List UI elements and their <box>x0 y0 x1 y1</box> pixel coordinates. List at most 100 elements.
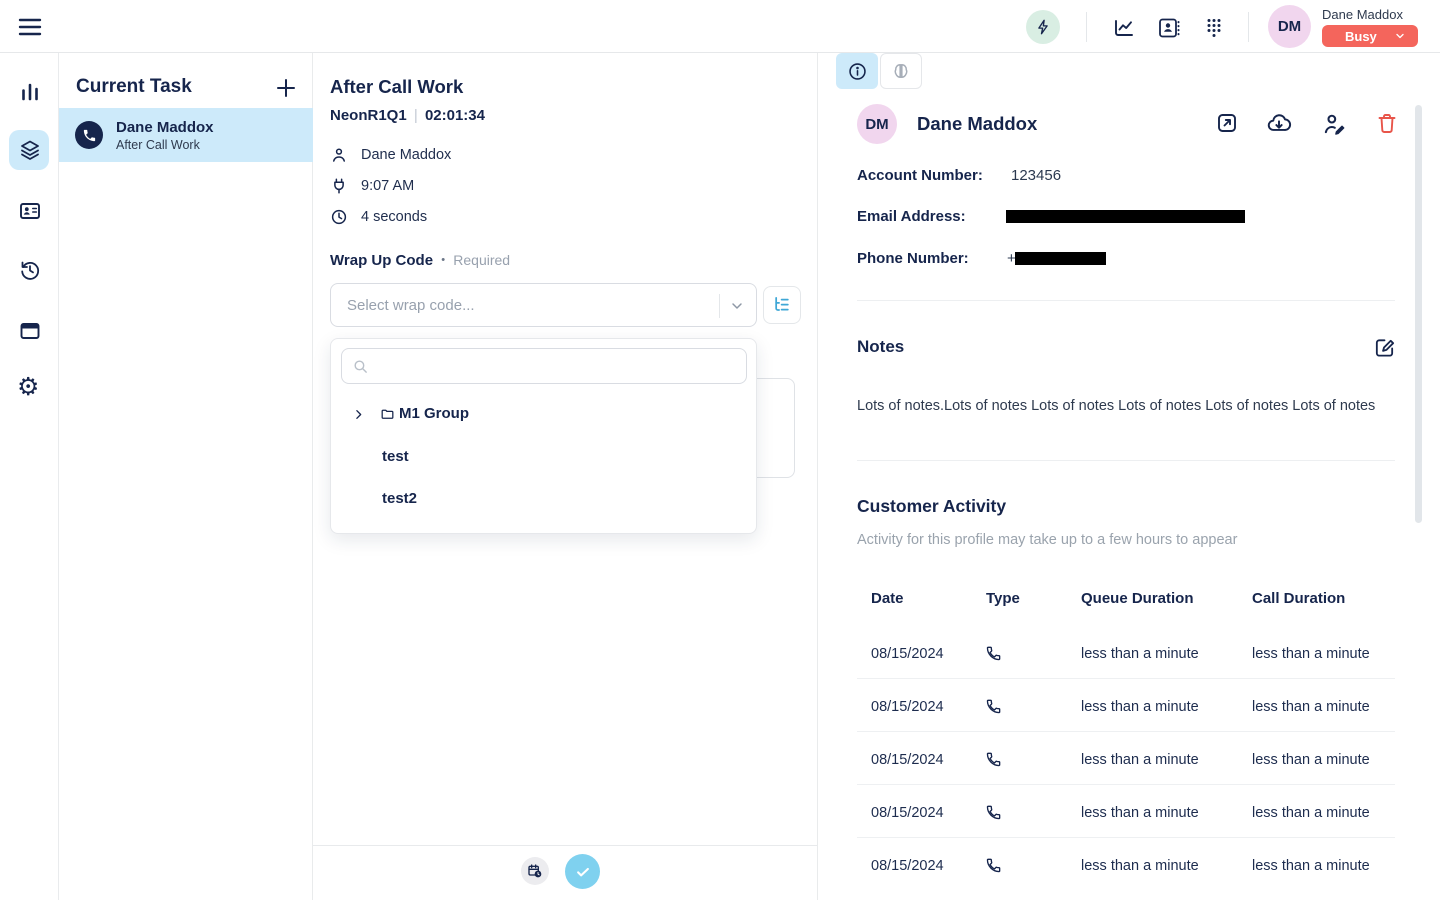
cell-queue-duration: less than a minute <box>1081 858 1199 874</box>
cell-queue-duration: less than a minute <box>1081 699 1199 715</box>
activity-row[interactable]: 08/15/2024 less than a minute less than … <box>818 689 1440 731</box>
customer-activity-subtitle: Activity for this profile may take up to… <box>857 532 1237 548</box>
cell-call-duration: less than a minute <box>1252 646 1370 662</box>
activity-row[interactable]: 08/15/2024 less than a minute less than … <box>818 636 1440 678</box>
task-detail-panel: After Call Work NeonR1Q1 | 02:01:34 Dane… <box>313 53 817 900</box>
phone-icon <box>985 804 1002 821</box>
field-row: Phone Number: + <box>857 250 969 267</box>
info-icon <box>847 61 868 82</box>
phone-icon <box>985 751 1002 768</box>
tree-list-icon <box>772 295 792 315</box>
add-task-button[interactable] <box>274 76 298 100</box>
plus-icon <box>274 76 298 100</box>
contacts-button[interactable] <box>1157 16 1181 40</box>
activity-row[interactable]: 08/15/2024 less than a minute less than … <box>818 848 1440 890</box>
cell-call-duration: less than a minute <box>1252 699 1370 715</box>
contact-avatar: DM <box>857 104 897 144</box>
gear-icon: ⚙ <box>17 372 39 401</box>
complete-task-button[interactable] <box>565 854 600 889</box>
search-icon <box>352 358 369 375</box>
app-screen: DM Dane Maddox Busy <box>0 0 1440 900</box>
current-task-panel: Current Task Dane Maddox After Call Work <box>59 53 313 900</box>
contact-name: Dane Maddox <box>917 113 1037 135</box>
edit-contact-button[interactable] <box>1321 111 1347 137</box>
task-list-item[interactable]: Dane Maddox After Call Work <box>59 108 313 162</box>
section-divider <box>857 460 1395 461</box>
field-row: Email Address: <box>857 208 966 225</box>
sidebar-item-browser[interactable] <box>18 319 42 343</box>
tab-insights[interactable] <box>880 53 922 89</box>
open-profile-button[interactable] <box>1215 111 1239 135</box>
sidebar-item-history[interactable] <box>18 258 42 282</box>
cell-date: 08/15/2024 <box>871 805 944 821</box>
option-label: test2 <box>382 490 417 507</box>
wrap-up-label: Wrap Up Code <box>330 252 433 269</box>
required-dot: • <box>437 254 449 266</box>
status-chevron-icon <box>1394 30 1406 42</box>
edit-notes-button[interactable] <box>1373 336 1396 359</box>
dialpad-button[interactable] <box>1202 16 1226 40</box>
search-input[interactable] <box>374 350 739 382</box>
cell-date: 08/15/2024 <box>871 699 944 715</box>
edit-icon <box>1373 336 1396 359</box>
cell-date: 08/15/2024 <box>871 752 944 768</box>
task-detail-title: After Call Work <box>330 76 463 98</box>
sidebar: ⚙ <box>0 53 59 900</box>
chevron-down-icon <box>729 298 745 314</box>
tree-view-button[interactable] <box>763 286 801 324</box>
dropdown-option[interactable]: test2 <box>331 481 758 517</box>
scrollbar-thumb[interactable] <box>1415 105 1422 523</box>
external-link-icon <box>1215 111 1239 135</box>
user-avatar[interactable]: DM <box>1268 5 1311 48</box>
user-name: Dane Maddox <box>1322 7 1403 22</box>
topbar-divider <box>1248 12 1249 42</box>
cell-date: 08/15/2024 <box>871 646 944 662</box>
field-row: Account Number: 123456 <box>857 167 983 184</box>
chevron-right-icon[interactable] <box>352 408 365 421</box>
activity-row[interactable]: 08/15/2024 less than a minute less than … <box>818 742 1440 784</box>
field-label: Account Number: <box>857 167 983 184</box>
task-code-and-timer: NeonR1Q1 | 02:01:34 <box>330 107 485 124</box>
current-task-title: Current Task <box>76 76 192 98</box>
contact-card-icon <box>18 199 42 223</box>
history-icon <box>18 258 42 282</box>
separator: | <box>411 107 421 124</box>
dialpad-icon <box>1202 16 1226 40</box>
tab-info[interactable] <box>836 53 878 89</box>
status-dropdown-button[interactable]: Busy <box>1322 25 1418 47</box>
plug-icon <box>330 177 348 195</box>
field-label: Email Address: <box>857 208 966 225</box>
sidebar-item-tasks[interactable] <box>18 138 42 162</box>
option-label: M1 Group <box>399 405 469 422</box>
wrap-code-select[interactable]: Select wrap code... <box>330 283 757 327</box>
task-avatar <box>75 121 103 149</box>
wrap-code-placeholder: Select wrap code... <box>347 297 475 314</box>
download-button[interactable] <box>1266 111 1292 137</box>
lightning-button[interactable] <box>1026 10 1060 44</box>
redacted-value <box>1015 252 1106 265</box>
task-code: NeonR1Q1 <box>330 107 407 124</box>
schedule-button[interactable] <box>521 857 549 885</box>
wrap-up-label-row: Wrap Up Code • Required <box>330 252 510 269</box>
sidebar-item-settings[interactable]: ⚙ <box>17 374 39 400</box>
phone-icon <box>985 698 1002 715</box>
task-timer: 02:01:34 <box>425 107 485 124</box>
sidebar-item-contacts[interactable] <box>18 199 42 223</box>
sidebar-item-analytics[interactable] <box>18 80 42 104</box>
trash-icon <box>1375 111 1399 135</box>
analytics-button[interactable] <box>1112 16 1136 40</box>
hamburger-menu-button[interactable] <box>18 16 42 38</box>
window-icon <box>18 319 42 343</box>
notes-content: Lots of notes.Lots of notes Lots of note… <box>857 396 1387 416</box>
meta-start-time: 9:07 AM <box>361 178 414 194</box>
delete-contact-button[interactable] <box>1375 111 1399 135</box>
dropdown-option[interactable]: test <box>331 439 758 475</box>
calendar-schedule-icon <box>527 863 543 879</box>
layers-icon <box>18 138 42 162</box>
dropdown-option-group[interactable]: M1 Group <box>331 397 758 433</box>
option-label: test <box>382 448 409 465</box>
phone-icon <box>82 128 97 143</box>
cell-call-duration: less than a minute <box>1252 805 1370 821</box>
activity-row[interactable]: 08/15/2024 less than a minute less than … <box>818 795 1440 837</box>
row-divider <box>857 731 1395 732</box>
